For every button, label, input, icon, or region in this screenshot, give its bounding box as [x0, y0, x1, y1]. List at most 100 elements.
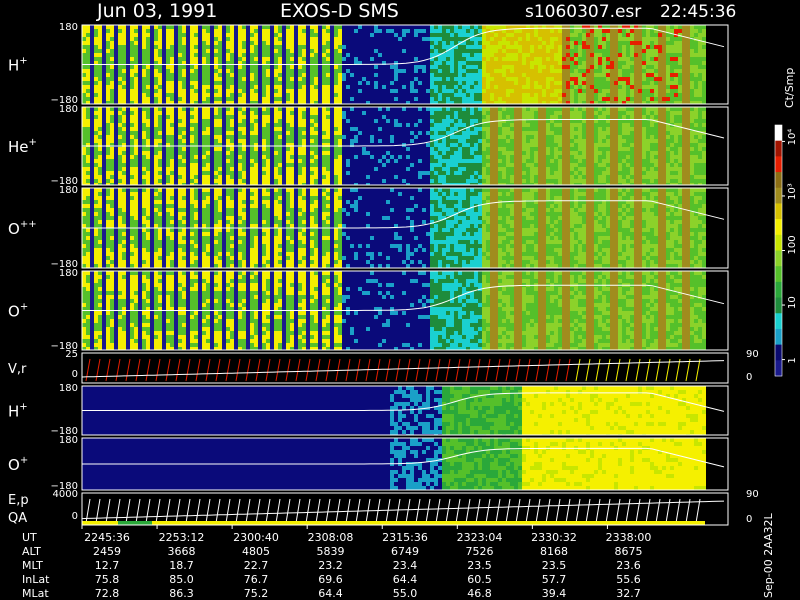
heatmap-cell	[118, 93, 122, 97]
heatmap-cell	[306, 167, 310, 171]
heatmap-cell	[246, 167, 250, 171]
heatmap-cell	[378, 41, 382, 45]
heatmap-cell	[410, 77, 414, 81]
heatmap-cell	[442, 147, 446, 151]
heatmap-cell	[110, 37, 114, 41]
heatmap-cell	[314, 49, 318, 53]
heatmap-cell	[246, 69, 250, 73]
heatmap-cell	[234, 33, 238, 37]
heatmap-cell	[270, 81, 274, 85]
heatmap-cell	[338, 167, 342, 171]
heatmap-cell	[542, 89, 546, 93]
heatmap-cell	[322, 107, 326, 111]
heatmap-cell	[454, 115, 458, 119]
heatmap-cell	[518, 89, 522, 93]
heatmap-cell	[126, 163, 130, 167]
heatmap-cell	[442, 61, 446, 65]
heatmap-cell	[114, 123, 118, 127]
heatmap-cell	[158, 69, 162, 73]
heatmap-cell	[374, 135, 378, 139]
heatmap-cell	[666, 77, 670, 81]
heatmap-cell	[318, 89, 322, 93]
heatmap-cell	[414, 65, 418, 69]
heatmap-cell	[102, 135, 106, 139]
heatmap-cell	[210, 115, 214, 119]
heatmap-cell	[390, 73, 394, 77]
heatmap-cell	[86, 171, 90, 175]
heatmap-cell	[550, 37, 554, 41]
heatmap-cell	[338, 163, 342, 167]
heatmap-cell	[162, 53, 166, 57]
heatmap-cell	[114, 29, 118, 33]
heatmap-cell	[294, 111, 298, 115]
heatmap-cell	[154, 33, 158, 37]
heatmap-cell	[218, 151, 222, 155]
heatmap-cell	[442, 81, 446, 85]
heatmap-cell	[206, 167, 210, 171]
heatmap-cell	[334, 135, 338, 139]
heatmap-cell	[686, 41, 690, 45]
heatmap-cell	[342, 97, 346, 101]
heatmap-cell	[470, 53, 474, 57]
heatmap-cell	[458, 33, 462, 37]
heatmap-cell	[342, 45, 346, 49]
heatmap-cell	[654, 49, 658, 53]
heatmap-cell	[218, 93, 222, 97]
heatmap-cell	[602, 93, 606, 97]
heatmap-cell	[302, 159, 306, 163]
heatmap-cell	[190, 155, 194, 159]
heatmap-cell	[262, 167, 266, 171]
heatmap-cell	[386, 69, 390, 73]
heatmap-cell	[438, 147, 442, 151]
heatmap-cell	[194, 93, 198, 97]
heatmap-cell	[114, 37, 118, 41]
heatmap-cell	[142, 159, 146, 163]
heatmap-cell	[258, 69, 262, 73]
heatmap-cell	[342, 107, 346, 111]
heatmap-cell	[610, 29, 614, 33]
heatmap-cell	[334, 57, 338, 61]
heatmap-cell	[146, 53, 150, 57]
heatmap-cell	[314, 41, 318, 45]
heatmap-cell	[102, 123, 106, 127]
heatmap-cell	[518, 57, 522, 61]
heatmap-cell	[402, 163, 406, 167]
heatmap-cell	[362, 69, 366, 73]
heatmap-cell	[426, 37, 430, 41]
heatmap-cell	[398, 77, 402, 81]
heatmap-cell	[102, 53, 106, 57]
heatmap-cell	[326, 97, 330, 101]
heatmap-cell	[414, 89, 418, 93]
heatmap-cell	[638, 65, 642, 69]
heatmap-cell	[422, 179, 426, 183]
heatmap-cell	[350, 25, 354, 29]
heatmap-cell	[142, 139, 146, 143]
heatmap-cell	[562, 85, 566, 89]
heatmap-cell	[330, 119, 334, 123]
heatmap-cell	[174, 171, 178, 175]
heatmap-cell	[430, 69, 434, 73]
heatmap-cell	[218, 37, 222, 41]
heatmap-cell	[654, 85, 658, 89]
heatmap-cell	[234, 25, 238, 29]
heatmap-cell	[330, 135, 334, 139]
heatmap-cell	[438, 167, 442, 171]
heatmap-cell	[310, 147, 314, 151]
heatmap-cell	[666, 61, 670, 65]
heatmap-cell	[598, 33, 602, 37]
heatmap-cell	[246, 49, 250, 53]
heatmap-cell	[86, 167, 90, 171]
heatmap-cell	[258, 29, 262, 33]
heatmap-cell	[202, 81, 206, 85]
heatmap-cell	[306, 77, 310, 81]
heatmap-cell	[238, 73, 242, 77]
heatmap-cell	[662, 69, 666, 73]
heatmap-cell	[370, 29, 374, 33]
heatmap-cell	[446, 65, 450, 69]
heatmap-cell	[454, 119, 458, 123]
heatmap-cell	[686, 57, 690, 61]
heatmap-cell	[118, 97, 122, 101]
heatmap-cell	[126, 155, 130, 159]
heatmap-cell	[210, 53, 214, 57]
heatmap-cell	[134, 167, 138, 171]
